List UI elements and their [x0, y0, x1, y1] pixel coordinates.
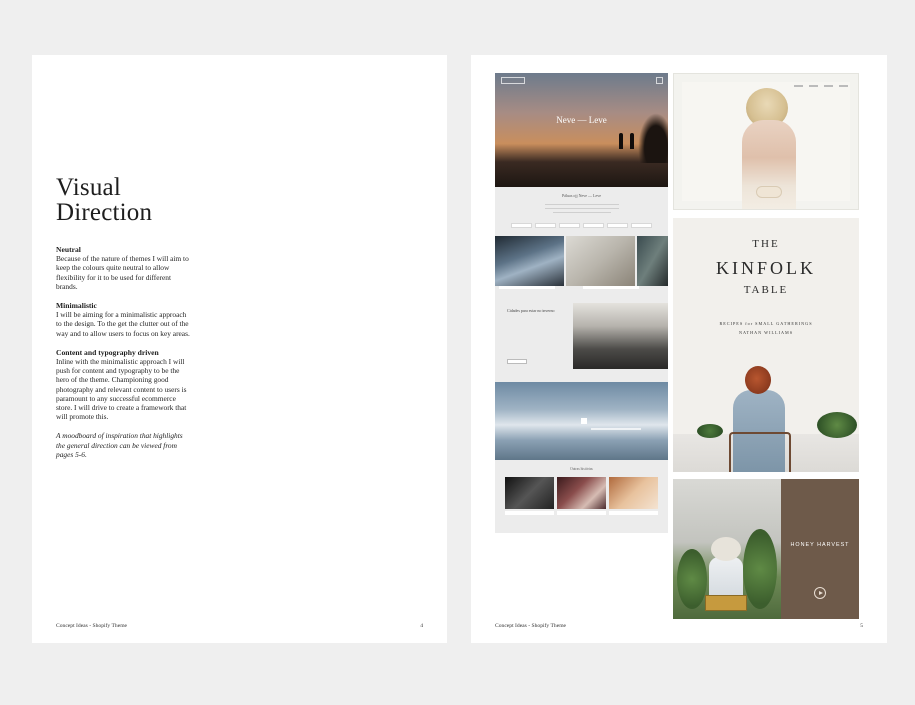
greens-bowl — [697, 424, 723, 438]
play-icon — [581, 418, 587, 424]
photo — [636, 236, 668, 286]
section-heading: Neutral — [56, 245, 81, 254]
honey-panel: HONEY HARVEST — [781, 479, 859, 619]
section-neutral: Neutral Because of the nature of themes … — [56, 245, 191, 291]
caption — [499, 286, 555, 289]
nav-item — [824, 85, 833, 87]
nav-item — [794, 85, 803, 87]
right-page: Neve — Leve Páluas ojj Neve — Leve Cidad… — [471, 55, 887, 643]
beekeeper-photo — [673, 479, 781, 619]
thumbnail — [557, 477, 606, 509]
moodboard-note: A moodboard of inspiration that highligh… — [56, 431, 183, 459]
bride-bow — [756, 186, 782, 198]
thumbnail — [609, 477, 658, 509]
section-content-typography: Content and typography driven Inline wit… — [56, 348, 191, 422]
vine — [743, 529, 777, 609]
mockup-screen — [682, 82, 850, 209]
nav-item — [809, 85, 818, 87]
tab — [511, 223, 532, 228]
kinfolk-the: THE — [752, 238, 780, 250]
page-number: 5 — [860, 623, 863, 629]
title-line-2: Direction — [56, 199, 153, 226]
logo-icon — [501, 77, 525, 84]
card-heading: Cidades para estar no inverno — [507, 308, 555, 313]
section-heading: Minimalistic — [56, 301, 97, 311]
page-number: 4 — [420, 623, 423, 629]
section-heading: Content and typography driven — [56, 347, 159, 357]
wave-image — [495, 382, 668, 460]
person-silhouette — [630, 133, 634, 149]
honey-harvest-mockup: HONEY HARVEST — [673, 479, 859, 619]
hero-image: Neve — Leve — [495, 73, 668, 187]
body-text: Neutral Because of the nature of themes … — [56, 245, 191, 459]
kinfolk-subtitle-1: RECIPES for SMALL GATHERINGS — [719, 321, 813, 326]
page-title: Visual Direction — [56, 175, 152, 225]
thumbnail-captions — [505, 511, 658, 515]
chair — [729, 432, 791, 472]
menu-icon — [656, 77, 663, 84]
article-heading: Páluas ojj Neve — Leve — [561, 193, 602, 198]
caption — [609, 511, 658, 515]
tab — [535, 223, 556, 228]
website-mockup-neve-leve: Neve — Leve Páluas ojj Neve — Leve Cidad… — [495, 73, 668, 533]
vine — [677, 549, 707, 609]
woman-hair — [745, 366, 771, 394]
tab — [583, 223, 604, 228]
honeycomb-frame — [705, 595, 747, 611]
kinfolk-cover: THE KINFOLK TABLE RECIPES for SMALL GATH… — [673, 218, 859, 472]
honey-title: HONEY HARVEST — [790, 542, 850, 548]
text-line — [545, 204, 619, 205]
caption — [583, 286, 639, 289]
tab — [607, 223, 628, 228]
thumbs-heading: Outras histórias — [570, 467, 593, 471]
tab-row — [511, 223, 652, 228]
kinfolk-title: KINFOLK — [716, 258, 816, 278]
kinfolk-author: NATHAN WILLIAMS — [738, 330, 794, 335]
person-silhouette — [619, 133, 623, 149]
kinfolk-subtitle: RECIPES for SMALL GATHERINGS NATHAN WILL… — [673, 319, 859, 337]
photo — [565, 236, 635, 286]
tab — [559, 223, 580, 228]
section-text: I will be aiming for a minimalistic appr… — [56, 310, 190, 338]
trees-silhouette — [638, 113, 668, 163]
photo — [495, 236, 564, 286]
thumbnail-row — [505, 477, 658, 509]
footer-label: Concept Ideas - Shopify Theme — [56, 623, 128, 629]
left-page: Visual Direction Neutral Because of the … — [32, 55, 447, 643]
section-minimalistic: Minimalistic I will be aiming for a mini… — [56, 301, 191, 338]
section-text: Inline with the minimalistic approach I … — [56, 357, 187, 422]
greens-bowl — [817, 412, 857, 438]
caption — [505, 511, 554, 515]
thumbnail — [505, 477, 554, 509]
caption — [557, 511, 606, 515]
footer-label: Concept Ideas - Shopify Theme — [495, 623, 567, 629]
photo-row — [495, 236, 668, 286]
section-text: Because of the nature of themes I will a… — [56, 254, 189, 291]
card-button — [507, 359, 527, 364]
tab — [631, 223, 652, 228]
card-photo — [573, 303, 668, 369]
text-line — [545, 208, 619, 209]
website-mockup-bride — [673, 73, 859, 210]
text-line — [553, 212, 611, 213]
title-line-1: Visual — [56, 174, 121, 201]
text-line — [591, 428, 641, 430]
beekeeper-hat — [711, 537, 741, 561]
play-icon[interactable] — [814, 587, 826, 599]
nav-bar — [794, 85, 848, 87]
kinfolk-table: TABLE — [743, 284, 789, 296]
nav-item — [839, 85, 848, 87]
